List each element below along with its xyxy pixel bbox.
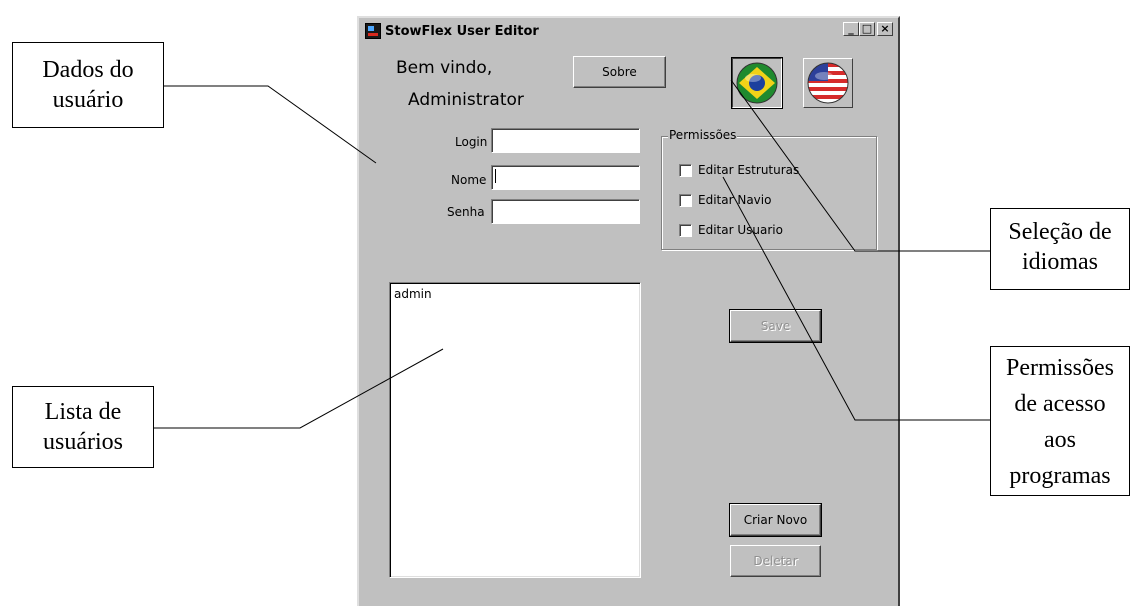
login-field[interactable] (491, 128, 640, 153)
checkbox[interactable] (679, 223, 692, 237)
permissions-group: Permissões Editar Estruturas Editar Navi… (661, 128, 877, 250)
callout-line: Dados do (42, 57, 134, 83)
callout-language: Seleção de idiomas (990, 208, 1130, 290)
callout-line: Lista de (44, 399, 122, 425)
callout-line: idiomas (1022, 249, 1098, 275)
permission-edit-ship[interactable]: Editar Navio (679, 193, 771, 207)
checkbox[interactable] (679, 193, 692, 207)
text-caret (495, 169, 496, 183)
user-list[interactable]: admin (389, 282, 641, 578)
maximize-button[interactable]: □ (859, 22, 875, 36)
usa-flag-icon (807, 62, 849, 104)
list-item[interactable]: admin (394, 287, 432, 301)
brazil-flag-icon (736, 62, 778, 104)
brazil-language-button[interactable] (731, 57, 783, 109)
save-button[interactable]: Save (729, 309, 822, 343)
minimize-button[interactable]: _ (843, 22, 859, 36)
checkbox-label: Editar Navio (698, 193, 772, 207)
user-editor-window: StowFlex User Editor _ □ × Bem vindo, Ad… (357, 16, 900, 606)
callout-line: programas (1009, 463, 1111, 489)
callout-line: usuários (43, 429, 123, 455)
close-button[interactable]: × (877, 22, 893, 36)
callout-permissions: Permissões de acesso aos programas (990, 346, 1130, 496)
callout-line: aos (1044, 427, 1076, 453)
usa-language-button[interactable] (803, 58, 853, 108)
title-bar[interactable]: StowFlex User Editor _ □ × (363, 21, 894, 41)
permissions-title: Permissões (668, 128, 738, 142)
user-name-text: Administrator (408, 90, 524, 110)
name-label: Nome (451, 173, 487, 187)
name-field[interactable] (491, 165, 640, 190)
checkbox-label: Editar Usuario (698, 223, 783, 237)
connector-user-data (164, 85, 377, 164)
callout-user-list: Lista de usuários (12, 386, 154, 468)
password-label: Senha (447, 205, 485, 219)
password-field[interactable] (491, 199, 640, 224)
login-label: Login (455, 135, 488, 149)
about-button[interactable]: Sobre (573, 56, 666, 88)
checkbox-label: Editar Estruturas (698, 163, 800, 177)
window-controls: _ □ × (843, 22, 893, 36)
create-new-button[interactable]: Criar Novo (729, 503, 822, 537)
checkbox[interactable] (679, 163, 692, 177)
callout-line: de acesso (1014, 391, 1106, 417)
permission-edit-user[interactable]: Editar Usuario (679, 223, 783, 237)
welcome-text: Bem vindo, (396, 58, 493, 78)
delete-button[interactable]: Deletar (730, 545, 821, 577)
app-icon (365, 23, 381, 39)
callout-line: Permissões (1006, 355, 1114, 381)
window-title: StowFlex User Editor (385, 23, 539, 39)
permission-edit-structures[interactable]: Editar Estruturas (679, 163, 799, 177)
callout-line: Seleção de (1008, 219, 1112, 245)
callout-user-data: Dados do usuário (12, 42, 164, 128)
callout-line: usuário (52, 87, 124, 113)
